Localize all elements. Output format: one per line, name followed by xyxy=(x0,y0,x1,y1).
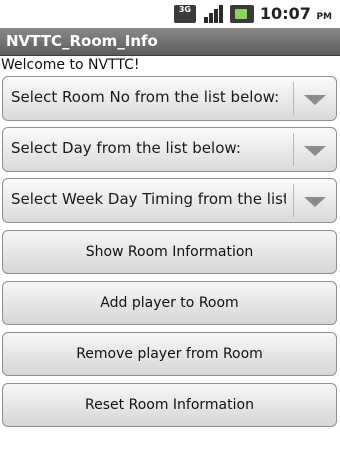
battery-icon xyxy=(229,4,254,23)
day-spinner-label: Select Day from the list below: xyxy=(11,139,241,157)
app-title: NVTTC_Room_Info xyxy=(6,32,158,50)
dropdown-arrow-icon xyxy=(304,95,326,105)
signal-strength-icon xyxy=(202,4,224,23)
network-3g-icon: 3G xyxy=(173,4,196,23)
reset-room-info-button[interactable]: Reset Room Information xyxy=(2,383,337,427)
app-title-bar: NVTTC_Room_Info xyxy=(0,28,340,56)
show-room-info-button[interactable]: Show Room Information xyxy=(2,230,337,274)
welcome-text: Welcome to NVTTC! xyxy=(1,57,140,73)
status-bar: 3G 10:07 PM xyxy=(0,0,340,28)
week-day-timing-spinner[interactable]: Select Week Day Timing from the list bel… xyxy=(2,178,337,223)
day-spinner[interactable]: Select Day from the list below: xyxy=(2,127,337,172)
status-clock: 10:07 PM xyxy=(259,4,332,23)
dropdown-arrow-icon xyxy=(304,197,326,207)
dropdown-arrow-icon xyxy=(304,146,326,156)
week-day-timing-spinner-label: Select Week Day Timing from the list bel… xyxy=(11,190,286,208)
remove-player-button[interactable]: Remove player from Room xyxy=(2,332,337,376)
add-player-button[interactable]: Add player to Room xyxy=(2,281,337,325)
room-number-spinner-label: Select Room No from the list below: xyxy=(11,88,280,106)
room-number-spinner[interactable]: Select Room No from the list below: xyxy=(2,76,337,121)
